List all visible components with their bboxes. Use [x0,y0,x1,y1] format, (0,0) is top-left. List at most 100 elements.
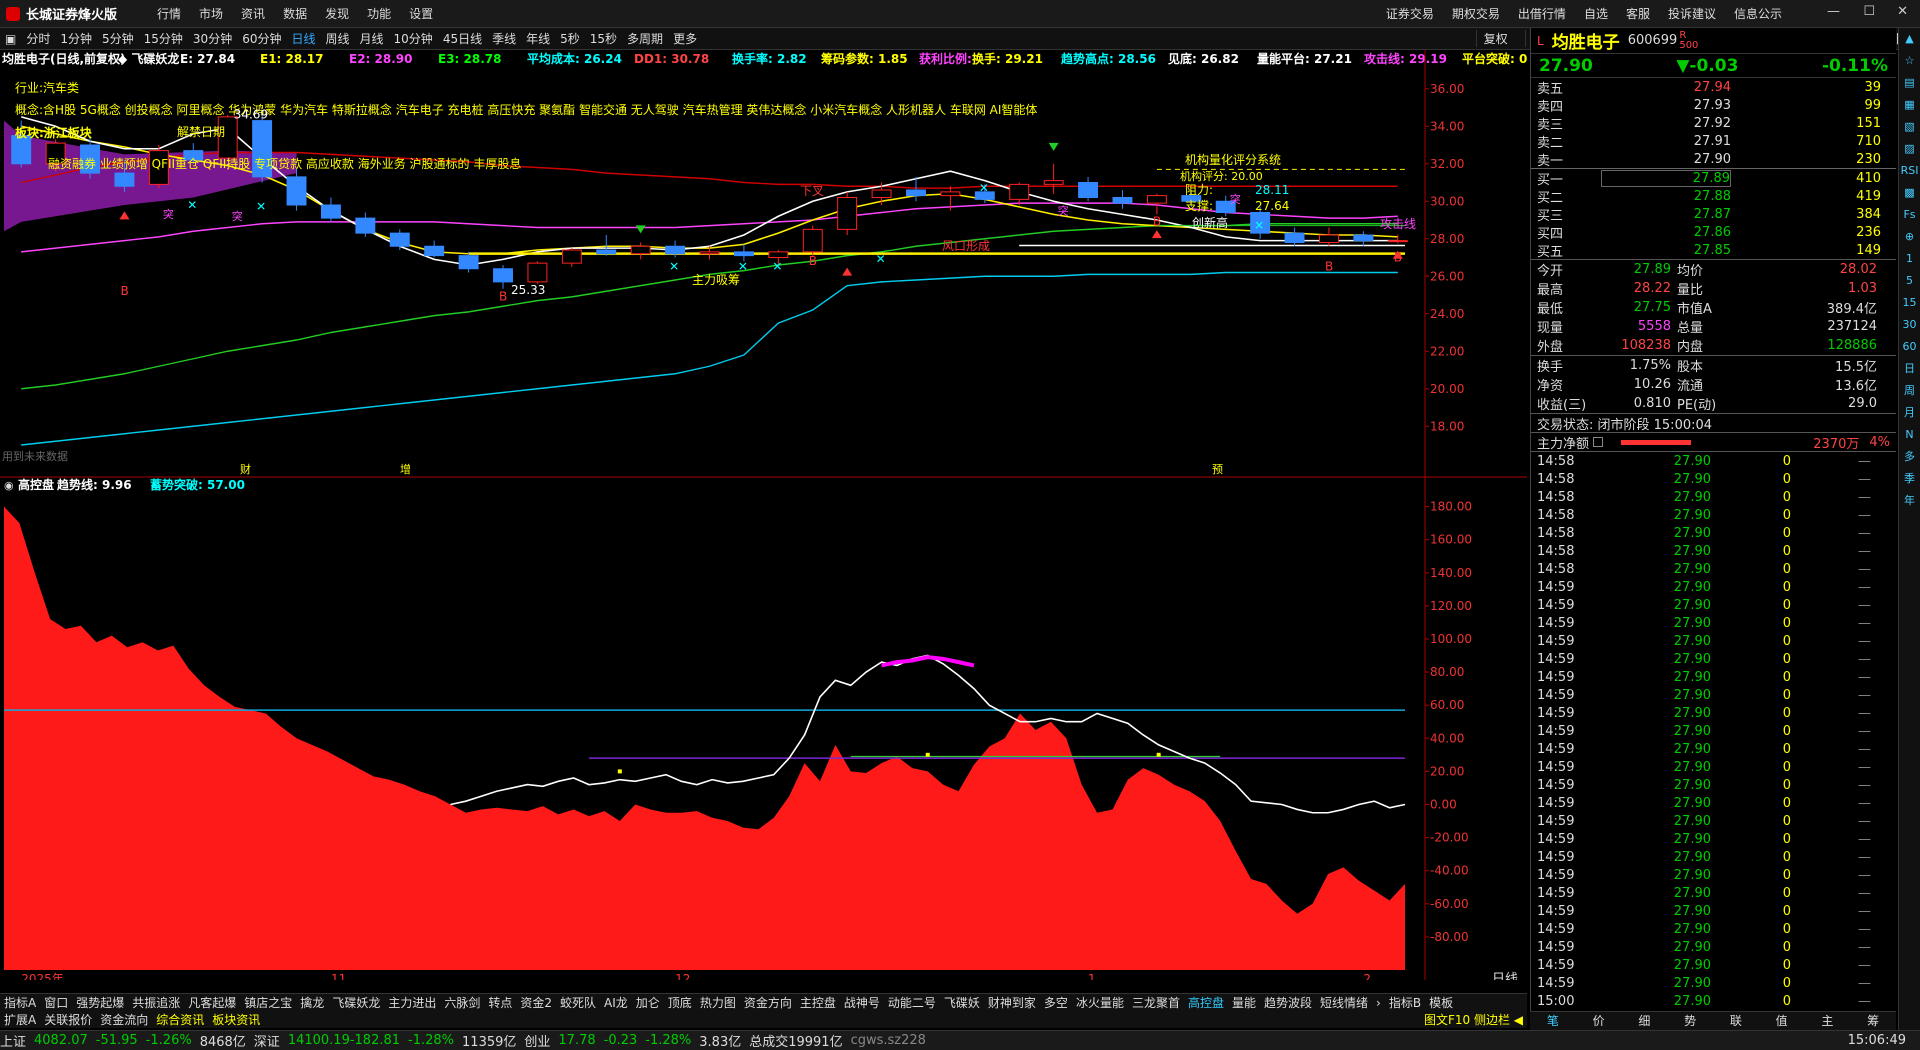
indicator-tab-31[interactable]: 指标B [1389,994,1421,1011]
panel-toggle-icon[interactable]: ▣ [5,32,16,46]
indicator-tab-8[interactable]: 主力进出 [388,994,436,1011]
indicator-tab-9[interactable]: 六脉剑 [444,994,480,1011]
indicator-tab-18[interactable]: 主控盘 [800,994,836,1011]
indicator-tab-7[interactable]: 飞碟妖龙 [332,994,380,1011]
rmenu-3[interactable]: 自选 [1584,7,1608,21]
side-tool-17[interactable]: 月 [1899,402,1920,424]
chart-area[interactable]: 均胜电子(日线,前复权) ◆ 飞碟妖龙 E: 27.84 E1: 28.17 E2: 2… [0,50,1549,987]
side-tool-1[interactable]: ☆ [1899,50,1920,72]
tab-period-6[interactable]: 日线 [291,30,315,47]
side-tool-4[interactable]: ▧ [1899,116,1920,138]
side-tool-12[interactable]: 15 [1899,292,1920,314]
side-tool-19[interactable]: 多 [1899,446,1920,468]
indicator-tab-21[interactable]: 飞碟妖 [944,994,980,1011]
indicator-tab-29[interactable]: 短线情绪 [1320,994,1368,1011]
tab-period-5[interactable]: 60分钟 [242,30,281,47]
tab-period-8[interactable]: 月线 [360,30,384,47]
ask-row[interactable]: 卖二 27.91 710 [1531,132,1896,151]
quote-tab-1[interactable]: 价 [1576,1012,1622,1030]
side-tool-6[interactable]: RSI [1899,160,1920,182]
quote-tab-2[interactable]: 细 [1622,1012,1668,1030]
tab-period-2[interactable]: 5分钟 [102,30,134,47]
quote-tab-6[interactable]: 主 [1805,1012,1851,1030]
ext-tab-4[interactable]: 板块资讯 [212,1011,260,1028]
quote-tab-5[interactable]: 值 [1759,1012,1805,1030]
tab-period-16[interactable]: 更多 [673,30,697,47]
side-tool-13[interactable]: 30 [1899,314,1920,336]
minimize-icon[interactable]: — [1827,4,1840,19]
ask-row[interactable]: 卖一 27.90 230 [1531,150,1896,169]
quote-tab-7[interactable]: 筹 [1850,1012,1896,1030]
f10-sidebar-toggle[interactable]: 图文F10 侧边栏 ◀ [1424,1011,1523,1028]
side-tool-15[interactable]: 日 [1899,358,1920,380]
menu-0[interactable]: 行情 [157,7,181,21]
indicator-tab-16[interactable]: 热力图 [700,994,736,1011]
rmenu-2[interactable]: 出借行情 [1518,7,1566,21]
indicator-tab-17[interactable]: 资金方向 [744,994,792,1011]
bid-row[interactable]: 买五 27.85 149 [1531,241,1896,260]
menu-6[interactable]: 设置 [409,7,433,21]
side-tool-5[interactable]: ▨ [1899,138,1920,160]
rmenu-4[interactable]: 客服 [1626,7,1650,21]
menu-5[interactable]: 功能 [367,7,391,21]
chart-svg[interactable]: 均胜电子(日线,前复权)◆ 飞碟妖龙 E: 27.84 E1: 28.17 E2: 2… [0,50,1549,987]
tab-period-9[interactable]: 10分钟 [394,30,433,47]
indicator-tab-3[interactable]: 共振追涨 [132,994,180,1011]
bid-row[interactable]: 买三 27.87 384 [1531,205,1896,224]
indicator-tab-1[interactable]: 窗口 [44,994,68,1011]
side-tool-21[interactable]: 年 [1899,490,1920,512]
tab-period-12[interactable]: 年线 [526,30,550,47]
side-tool-8[interactable]: Fs [1899,204,1920,226]
side-tool-20[interactable]: 季 [1899,468,1920,490]
ext-tab-1[interactable]: 关联报价 [44,1011,92,1028]
tab-period-4[interactable]: 30分钟 [193,30,232,47]
tab-period-10[interactable]: 45日线 [443,30,482,47]
indicator-tab-15[interactable]: 顶底 [668,994,692,1011]
quote-tab-4[interactable]: 联 [1713,1012,1759,1030]
ask-row[interactable]: 卖四 27.93 99 [1531,96,1896,115]
close-icon[interactable]: ✕ [1897,4,1908,19]
bid-row[interactable]: 买四 27.86 236 [1531,223,1896,242]
side-tool-18[interactable]: N [1899,424,1920,446]
tab-period-3[interactable]: 15分钟 [144,30,183,47]
indicator-tab-30[interactable]: › [1376,996,1381,1010]
main-net-toggle-icon[interactable] [1593,437,1604,447]
side-tool-2[interactable]: ▤ [1899,72,1920,94]
indicator-tab-26[interactable]: 高控盘 [1188,994,1224,1011]
menu-2[interactable]: 资讯 [241,7,265,21]
bid-row[interactable]: 买一 27.89 410 [1531,169,1896,188]
ext-tab-2[interactable]: 资金流向 [100,1011,148,1028]
side-tool-10[interactable]: 1 [1899,248,1920,270]
tab-period-11[interactable]: 季线 [492,30,516,47]
tab-period-7[interactable]: 周线 [326,30,350,47]
side-tool-3[interactable]: ▦ [1899,94,1920,116]
indicator-tab-25[interactable]: 三龙聚首 [1132,994,1180,1011]
side-tool-0[interactable]: ▲ [1899,28,1920,50]
ask-row[interactable]: 卖五 27.94 39 [1531,78,1896,97]
tab-period-15[interactable]: 多周期 [627,30,663,47]
bid-row[interactable]: 买二 27.88 419 [1531,187,1896,206]
osc-toggle-icon[interactable]: ◉ [4,479,14,492]
indicator-tab-12[interactable]: 蛟死队 [560,994,596,1011]
tab-period-14[interactable]: 15秒 [590,30,617,47]
side-tool-9[interactable]: ⊕ [1899,226,1920,248]
rmenu-0[interactable]: 证券交易 [1386,7,1434,21]
ext-tab-3[interactable]: 综合资讯 [156,1011,204,1028]
tick-list[interactable]: 14:58 27.90 0—14:58 27.90 0—14:58 27.90 0—14:5… [1531,451,1896,1028]
indicator-tab-5[interactable]: 镇店之宝 [244,994,292,1011]
indicator-tab-27[interactable]: 量能 [1232,994,1256,1011]
indicator-tab-4[interactable]: 凡客起爆 [188,994,236,1011]
indicator-tab-28[interactable]: 趋势波段 [1264,994,1312,1011]
toolbar-btn-0[interactable]: 复权 [1475,30,1515,47]
indicator-tab-32[interactable]: 模板 [1429,994,1453,1011]
indicator-tab-11[interactable]: 资金2 [520,994,552,1011]
indicator-tab-0[interactable]: 指标A [4,994,36,1011]
ext-tab-0[interactable]: 扩展A [4,1011,36,1028]
quote-tab-3[interactable]: 势 [1667,1012,1713,1030]
menu-4[interactable]: 发现 [325,7,349,21]
side-tool-14[interactable]: 60 [1899,336,1920,358]
indicator-tab-10[interactable]: 转点 [488,994,512,1011]
tab-period-0[interactable]: 分时 [26,30,50,47]
rmenu-5[interactable]: 投诉建议 [1668,7,1716,21]
indicator-tab-14[interactable]: 加仑 [636,994,660,1011]
